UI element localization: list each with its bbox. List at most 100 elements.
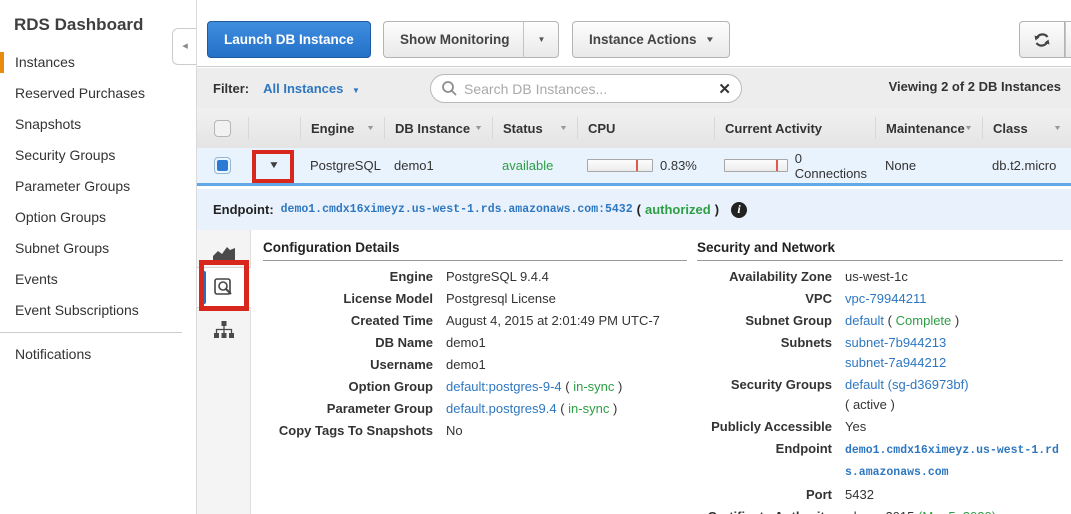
detail-text: ( (560, 401, 564, 416)
search-box[interactable]: ✕ (430, 74, 742, 103)
show-monitoring-label: Show Monitoring (400, 32, 509, 47)
detail-value: subnet-7b944213subnet-7a944212 (845, 333, 1063, 373)
detail-value: PostgreSQL 9.4.4 (446, 267, 674, 287)
detail-link[interactable]: default:postgres-9-4 (446, 379, 562, 394)
sort-chevron-icon[interactable]: ▼ (1053, 125, 1062, 132)
sidebar-item-parameter-groups[interactable]: Parameter Groups (0, 171, 196, 202)
tab-details-preview[interactable] (197, 267, 251, 308)
sort-chevron-icon[interactable]: ▼ (964, 125, 973, 132)
detail-text: us-west-1c (845, 269, 908, 284)
search-input[interactable] (464, 81, 718, 97)
detail-text: Yes (845, 419, 866, 434)
show-monitoring-button[interactable]: Show Monitoring ▼ (383, 21, 559, 58)
detail-value: us-west-1c (845, 267, 1063, 287)
chevron-down-icon[interactable]: ▼ (524, 35, 558, 44)
detail-label: Subnet Group (697, 311, 845, 331)
info-icon[interactable]: i (731, 202, 747, 218)
detail-text: demo1 (446, 335, 486, 350)
security-rows: Availability Zoneus-west-1cVPCvpc-799442… (697, 267, 1063, 514)
select-all-checkbox[interactable] (214, 120, 231, 137)
row-expander-cell: ▼ (248, 160, 300, 171)
detail-text: ( (888, 313, 892, 328)
sidebar-item-option-groups[interactable]: Option Groups (0, 202, 196, 233)
detail-text: ( (565, 379, 569, 394)
refresh-button[interactable] (1019, 21, 1065, 58)
detail-link[interactable]: vpc-79944211 (845, 291, 926, 306)
cell-db-instance: demo1 (384, 158, 492, 173)
table-row[interactable]: ▼ PostgreSQL demo1 available 0.83% 0 Con… (197, 148, 1071, 186)
refresh-icon (1032, 30, 1052, 50)
sidebar-item-snapshots[interactable]: Snapshots (0, 109, 196, 140)
sidebar-item-notifications[interactable]: Notifications (0, 339, 196, 370)
detail-label: Subnets (697, 333, 845, 373)
status-text: Complete (896, 313, 952, 328)
detail-row: Subnetssubnet-7b944213subnet-7a944212 (697, 333, 1063, 373)
detail-row: Security Groupsdefault (sg-d36973bf)( ac… (697, 375, 1063, 415)
endpoint-value[interactable]: demo1.cmdx16ximeyz.us-west-1.rds.amazona… (281, 203, 633, 216)
column-header-current-activity[interactable]: Current Activity (714, 117, 875, 139)
search-clear-icon[interactable]: ✕ (718, 80, 731, 98)
section-title: Security and Network (697, 240, 1063, 261)
sidebar-item-subnet-groups[interactable]: Subnet Groups (0, 233, 196, 264)
row-expander-icon[interactable]: ▼ (268, 160, 280, 171)
detail-label: Port (697, 485, 845, 505)
detail-link[interactable]: default (sg-d36973bf) (845, 375, 1063, 395)
detail-label: Endpoint (697, 439, 845, 483)
sort-chevron-icon[interactable]: ▼ (366, 125, 375, 132)
detail-value: default (sg-d36973bf)( active ) (845, 375, 1063, 415)
status-text: in-sync (573, 379, 614, 394)
instance-actions-button[interactable]: Instance Actions ▼ (572, 21, 730, 58)
paren-close: ) (715, 202, 719, 217)
cell-current-activity: 0 Connections (714, 151, 875, 181)
detail-panel: Configuration Details EnginePostgreSQL 9… (197, 230, 1071, 514)
configuration-rows: EnginePostgreSQL 9.4.4License ModelPostg… (263, 267, 687, 441)
detail-link[interactable]: default.postgres9.4 (446, 401, 557, 416)
filter-bar: Filter: All Instances ▼ ✕ Viewing 2 of 2… (197, 68, 1071, 108)
row-checkbox-cell (197, 157, 248, 174)
row-checkbox[interactable] (214, 157, 231, 174)
configuration-details-section: Configuration Details EnginePostgreSQL 9… (263, 240, 687, 514)
sidebar-item-instances[interactable]: Instances (0, 47, 196, 78)
detail-row: Option Groupdefault:postgres-9-4 ( in-sy… (263, 377, 687, 397)
column-header-maintenance[interactable]: Maintenance ▼ (875, 117, 982, 139)
cpu-value: 0.83% (660, 158, 697, 173)
cell-class: db.t2.micro (982, 158, 1071, 173)
sidebar-divider (0, 332, 182, 333)
launch-db-instance-button[interactable]: Launch DB Instance (207, 21, 371, 58)
settings-button[interactable] (1065, 21, 1071, 58)
detail-label: DB Name (263, 333, 446, 353)
sidebar-item-reserved-purchases[interactable]: Reserved Purchases (0, 78, 196, 109)
column-header-engine[interactable]: Engine ▼ (300, 117, 384, 139)
detail-label: Option Group (263, 377, 446, 397)
tab-related-resources[interactable] (197, 309, 251, 350)
detail-link[interactable]: demo1.cmdx16ximeyz.us-west-1.rds.amazona… (845, 444, 1059, 479)
column-header-status[interactable]: Status ▼ (492, 117, 577, 139)
column-header-class[interactable]: Class ▼ (982, 117, 1071, 139)
paren-open: ( (637, 202, 641, 217)
toolbar: Launch DB Instance Show Monitoring ▼ Ins… (197, 0, 1071, 67)
chart-icon (213, 247, 235, 262)
checkbox-fill (217, 160, 228, 171)
detail-link[interactable]: subnet-7a944212 (845, 353, 1063, 373)
sidebar-item-event-subscriptions[interactable]: Event Subscriptions (0, 295, 196, 326)
sort-chevron-icon[interactable]: ▼ (559, 125, 568, 132)
detail-link[interactable]: subnet-7b944213 (845, 333, 1063, 353)
filter-dropdown[interactable]: All Instances ▼ (263, 81, 360, 96)
main-content: Launch DB Instance Show Monitoring ▼ Ins… (196, 0, 1071, 514)
detail-row: Usernamedemo1 (263, 355, 687, 375)
column-header-db-instance[interactable]: DB Instance ▼ (384, 117, 492, 139)
column-header-cpu[interactable]: CPU (577, 117, 714, 139)
detail-row: Endpointdemo1.cmdx16ximeyz.us-west-1.rds… (697, 439, 1063, 483)
endpoint-bar: Endpoint: demo1.cmdx16ximeyz.us-west-1.r… (197, 189, 1071, 230)
endpoint-label: Endpoint: (213, 202, 274, 217)
detail-value: vpc-79944211 (845, 289, 1063, 309)
sidebar-item-events[interactable]: Events (0, 264, 196, 295)
sidebar-item-security-groups[interactable]: Security Groups (0, 140, 196, 171)
sidebar-collapse-handle[interactable]: ◂ (172, 28, 197, 65)
sort-chevron-icon[interactable]: ▼ (474, 125, 483, 132)
detail-row: DB Namedemo1 (263, 333, 687, 353)
detail-label: Publicly Accessible (697, 417, 845, 437)
detail-row: EnginePostgreSQL 9.4.4 (263, 267, 687, 287)
sidebar-nav: InstancesReserved PurchasesSnapshotsSecu… (0, 47, 196, 370)
detail-link[interactable]: default (845, 313, 884, 328)
